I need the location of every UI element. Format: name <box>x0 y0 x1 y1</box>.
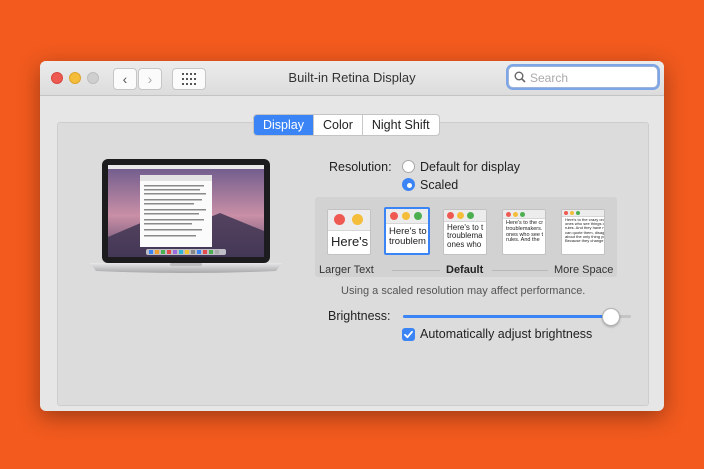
default-for-display-label[interactable]: Default for display <box>420 160 520 174</box>
tab-night-shift[interactable]: Night Shift <box>361 115 439 135</box>
scale-divider-right <box>492 270 548 271</box>
larger-text-label: Larger Text <box>319 264 374 276</box>
segmented-tabs: Display Color Night Shift <box>253 114 440 136</box>
search-icon <box>514 71 526 83</box>
brightness-label: Brightness: <box>328 309 391 323</box>
scale-option-larger-text[interactable]: Here's <box>327 209 371 255</box>
scale-divider-left <box>392 270 440 271</box>
scale-option-sample-text: Here's to troublem <box>389 226 427 247</box>
performance-note: Using a scaled resolution may affect per… <box>341 285 586 297</box>
resolution-label: Resolution: <box>329 160 392 174</box>
scale-option-sample-text: Here's to the cr troublemakers. ones who… <box>506 220 544 244</box>
scaled-label[interactable]: Scaled <box>420 178 458 192</box>
scale-option-sample-text: Here's to the crazy one ones who see thi… <box>565 217 605 243</box>
more-space-label: More Space <box>554 264 614 276</box>
search-input[interactable] <box>528 68 652 88</box>
tab-display[interactable]: Display <box>254 115 313 135</box>
default-for-display-radio[interactable] <box>402 160 415 173</box>
title-bar: ‹ › Built-in Retina Display <box>40 61 664 96</box>
scaled-radio[interactable] <box>402 178 415 191</box>
brightness-slider[interactable] <box>403 315 631 318</box>
scale-option-3[interactable]: Here's to t troublema ones who <box>443 209 487 255</box>
default-label: Default <box>446 264 484 276</box>
scale-option-default[interactable]: Here's to troublem <box>384 207 430 255</box>
tab-color[interactable]: Color <box>313 115 362 135</box>
scale-option-sample-text: Here's <box>331 234 369 249</box>
scale-option-sample-text: Here's to t troublema ones who <box>447 223 484 249</box>
scale-option-4[interactable]: Here's to the cr troublemakers. ones who… <box>502 209 546 255</box>
search-field[interactable] <box>508 66 658 88</box>
display-preferences-window: ‹ › Built-in Retina Display Displa <box>40 61 664 411</box>
brightness-slider-fill <box>403 315 611 318</box>
auto-brightness-label[interactable]: Automatically adjust brightness <box>420 327 592 341</box>
laptop-illustration <box>90 159 282 273</box>
auto-brightness-checkbox[interactable] <box>402 328 415 341</box>
scale-option-more-space[interactable]: Here's to the crazy one ones who see thi… <box>561 209 605 255</box>
checkmark-icon <box>404 330 413 339</box>
